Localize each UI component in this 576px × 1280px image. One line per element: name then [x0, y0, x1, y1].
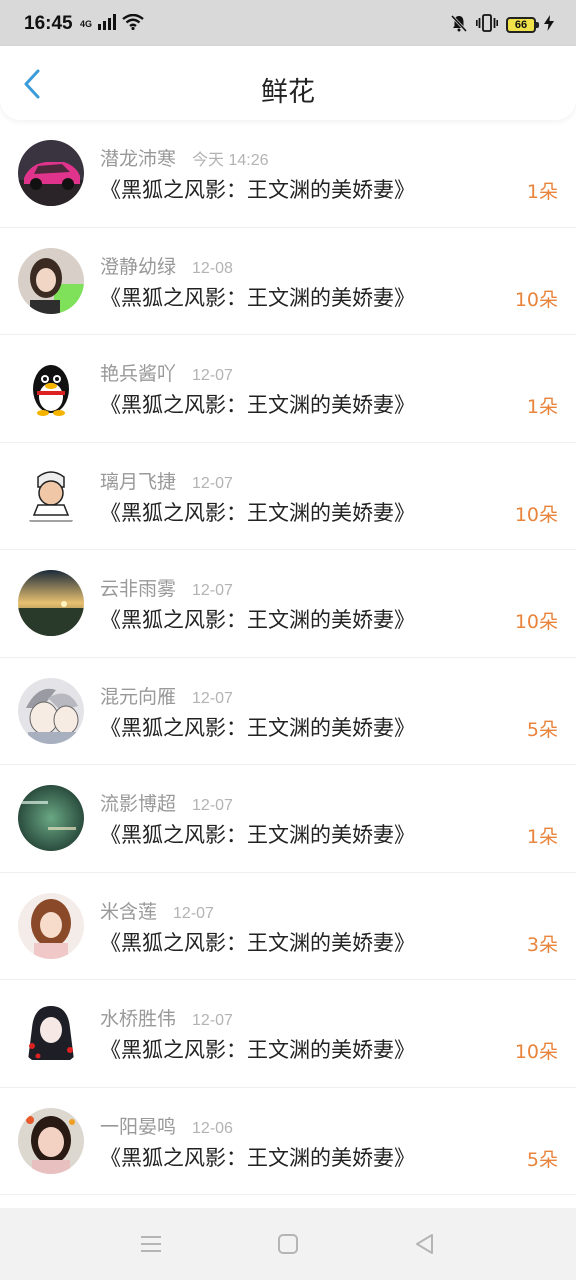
vibrate-icon [476, 14, 499, 36]
list-item[interactable]: 潜龙沛寒 今天 14:26 《黑狐之风影：王文渊的美娇妻》 1朵 [0, 120, 576, 228]
flower-count: 3朵 [526, 933, 558, 956]
time-text: 12-07 [192, 689, 233, 707]
book-title: 《黑狐之风影：王文渊的美娇妻》 [100, 930, 415, 955]
wifi-icon [122, 13, 144, 34]
user-name: 水桥胜伟 [100, 1008, 177, 1030]
book-title: 《黑狐之风影：王文渊的美娇妻》 [100, 608, 415, 632]
flower-count: 10朵 [514, 1041, 558, 1063]
time-text: 12-07 [173, 904, 214, 922]
list-item[interactable]: 米含莲 12-07 《黑狐之风影：王文渊的美娇妻》 3朵 [0, 873, 576, 980]
list-item[interactable]: 流影博超 12-07 《黑狐之风影：王文渊的美娇妻》 1朵 [0, 765, 576, 873]
list-item[interactable]: 云非雨雾 12-07 《黑狐之风影：王文渊的美娇妻》 10朵 [0, 550, 576, 658]
book-title: 《黑狐之风影：王文渊的美娇妻》 [100, 500, 415, 525]
back-icon [416, 1234, 433, 1254]
time-text: 12-07 [192, 474, 233, 492]
book-title: 《黑狐之风影：王文渊的美娇妻》 [100, 1038, 415, 1062]
time-text: 12-08 [192, 259, 233, 277]
book-title: 《黑狐之风影：王文渊的美娇妻》 [100, 715, 415, 740]
home-button[interactable] [274, 1230, 302, 1258]
anime-avatar[interactable] [18, 677, 84, 744]
landscape-avatar[interactable] [18, 570, 84, 636]
status-right-icons: 66 [450, 14, 554, 36]
pink-car-avatar[interactable] [18, 140, 84, 206]
book-title: 《黑狐之风影：王文渊的美娇妻》 [100, 1145, 415, 1170]
girl-photo-avatar[interactable] [18, 892, 84, 959]
status-left-icons: 4G [80, 13, 144, 34]
flower-count: 10朵 [514, 503, 558, 526]
user-name: 云非雨雾 [100, 578, 177, 600]
flower-count: 5朵 [526, 1148, 558, 1171]
user-name: 一阳晏鸣 [100, 1115, 177, 1138]
header: 鲜花 [0, 46, 576, 120]
text-avatar[interactable] [18, 785, 84, 851]
status-time: 16:45 [24, 13, 73, 34]
user-name: 艳兵酱吖 [100, 363, 177, 385]
time-text: 今天 14:26 [192, 152, 269, 169]
mute-icon [450, 14, 468, 36]
signal-icon [98, 14, 117, 34]
flower-count: 10朵 [514, 611, 558, 633]
user-name: 璃月飞捷 [100, 470, 177, 493]
list-item[interactable]: 艳兵酱吖 12-07 《黑狐之风影：王文渊的美娇妻》 1朵 [0, 335, 576, 443]
time-text: 12-07 [192, 797, 233, 814]
user-name: 米含莲 [100, 900, 158, 923]
user-name: 流影博超 [100, 793, 177, 815]
battery-level: 66 [514, 19, 528, 31]
flower-count: 5朵 [526, 718, 558, 741]
book-title: 《黑狐之风影：王文渊的美娇妻》 [100, 823, 415, 847]
list-item[interactable]: 璃月飞捷 12-07 《黑狐之风影：王文渊的美娇妻》 10朵 [0, 443, 576, 550]
book-title: 《黑狐之风影：王文渊的美娇妻》 [100, 285, 415, 310]
charging-icon [544, 15, 554, 35]
woman-photo-avatar[interactable] [18, 1107, 84, 1174]
girl-avatar[interactable] [18, 247, 84, 314]
flower-list: 潜龙沛寒 今天 14:26 《黑狐之风影：王文渊的美娇妻》 1朵 澄静幼绿 12… [0, 120, 576, 1195]
flower-count: 1朵 [526, 396, 558, 418]
list-item[interactable]: 混元向雁 12-07 《黑狐之风影：王文渊的美娇妻》 5朵 [0, 658, 576, 765]
list-item[interactable]: 水桥胜伟 12-07 《黑狐之风影：王文渊的美娇妻》 10朵 [0, 980, 576, 1088]
time-text: 12-06 [192, 1119, 233, 1137]
cartoon-avatar[interactable] [18, 462, 84, 529]
list-item[interactable]: 澄静幼绿 12-08 《黑狐之风影：王文渊的美娇妻》 10朵 [0, 228, 576, 335]
penguin-avatar[interactable] [18, 355, 84, 421]
system-nav-bar [0, 1208, 576, 1280]
flower-count: 1朵 [526, 181, 558, 203]
user-name: 澄静幼绿 [100, 255, 177, 278]
time-text: 12-07 [192, 582, 233, 599]
status-bar: 16:45 4G 66 [0, 0, 576, 46]
book-title: 《黑狐之风影：王文渊的美娇妻》 [100, 393, 415, 417]
network-type-label: 4G [80, 18, 93, 29]
book-title: 《黑狐之风影：王文渊的美娇妻》 [100, 178, 415, 202]
menu-icon [141, 1236, 161, 1252]
time-text: 12-07 [192, 367, 233, 384]
user-name: 潜龙沛寒 [100, 148, 177, 170]
anime-girl-avatar[interactable] [18, 1000, 84, 1066]
list-item[interactable]: 一阳晏鸣 12-06 《黑狐之风影：王文渊的美娇妻》 5朵 [0, 1088, 576, 1195]
flower-count: 1朵 [526, 826, 558, 848]
page-title: 鲜花 [261, 77, 315, 108]
time-text: 12-07 [192, 1012, 233, 1029]
nav-back-button[interactable] [410, 1230, 438, 1258]
menu-button[interactable] [137, 1230, 165, 1258]
flower-count: 10朵 [514, 288, 558, 311]
home-icon [278, 1234, 298, 1254]
user-name: 混元向雁 [100, 685, 177, 708]
battery-icon: 66 [506, 17, 539, 33]
